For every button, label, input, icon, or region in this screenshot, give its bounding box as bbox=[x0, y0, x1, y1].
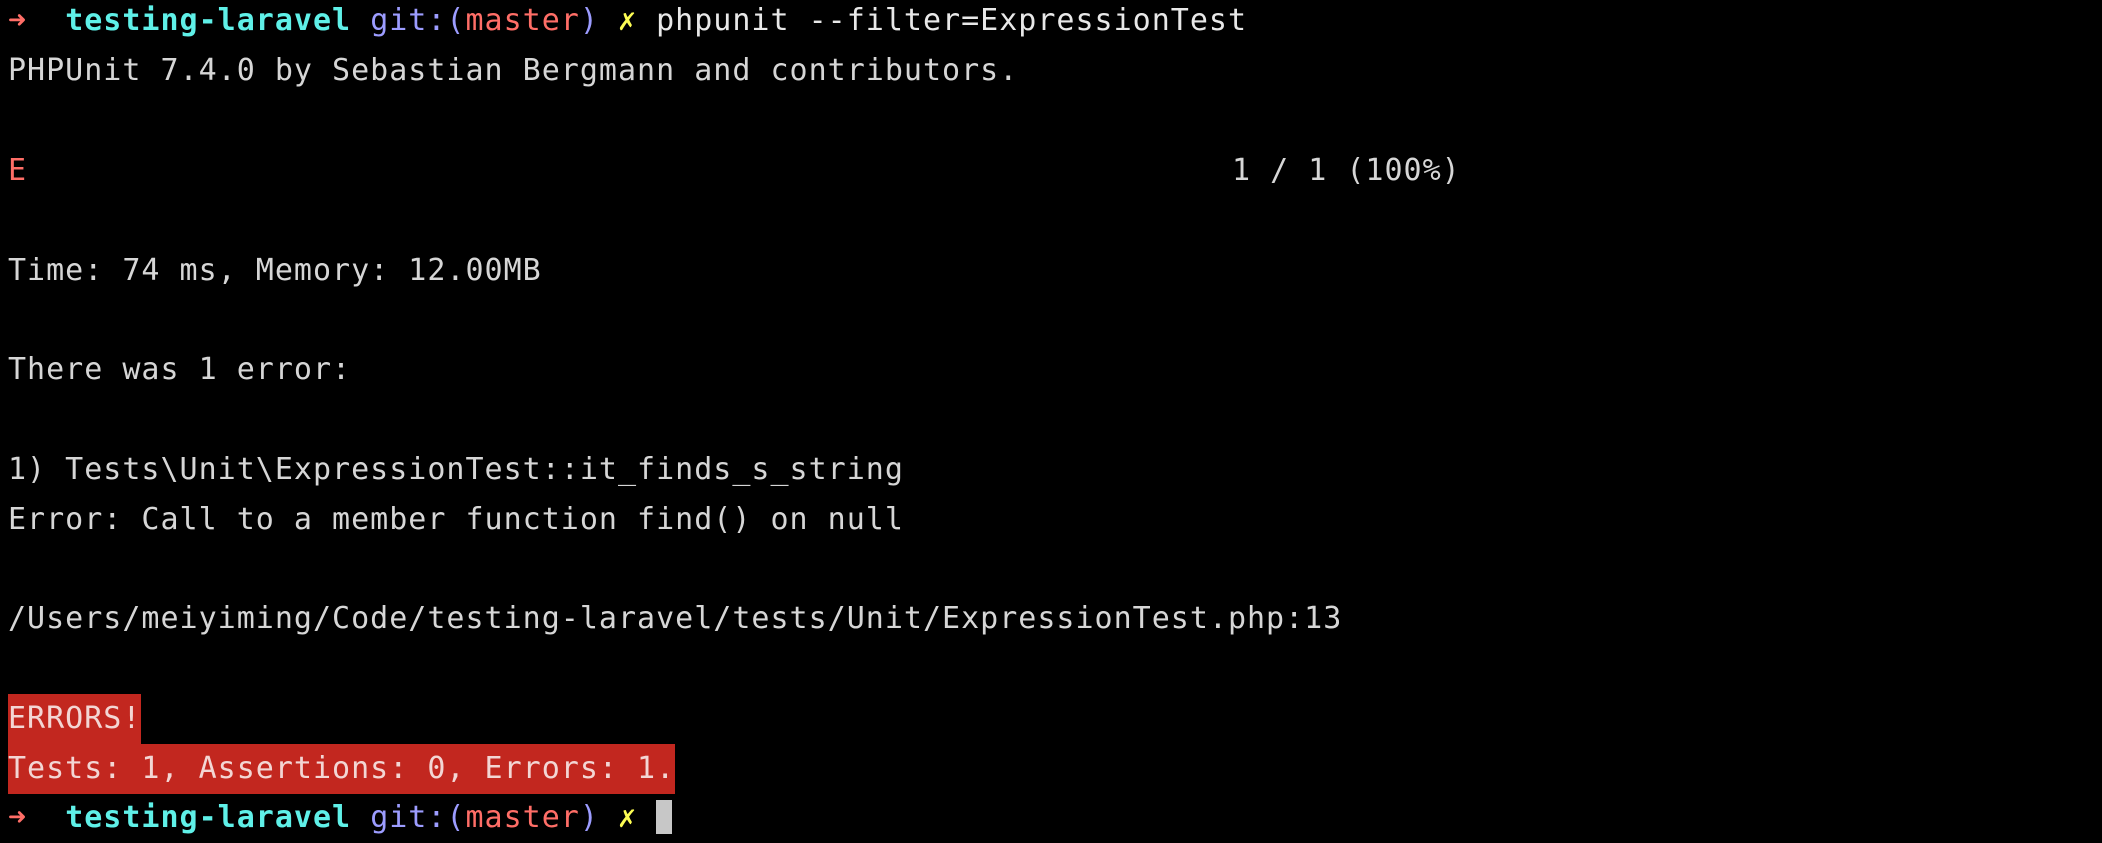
git-label: git:( bbox=[370, 3, 466, 38]
prompt-arrow-icon: ➜ bbox=[8, 3, 28, 38]
git-label-close: ) bbox=[579, 800, 599, 835]
prompt-arrow-icon: ➜ bbox=[8, 800, 28, 835]
terminal-window[interactable]: ➜ testing-laravel git:(master) ✗ phpunit… bbox=[0, 0, 2102, 838]
errors-banner: ERRORS! bbox=[8, 694, 142, 744]
progress-count: 1 / 1 (100%) bbox=[1232, 153, 1461, 188]
git-branch: master bbox=[465, 3, 580, 38]
command-text: phpunit --filter=ExpressionTest bbox=[656, 3, 1248, 38]
git-dirty-icon: ✗ bbox=[618, 800, 638, 835]
prompt-line-2[interactable]: ➜ testing-laravel git:(master) ✗ bbox=[8, 793, 673, 843]
error-summary: There was 1 error: bbox=[8, 352, 352, 387]
progress-marks: E bbox=[8, 153, 28, 188]
git-branch: master bbox=[465, 800, 580, 835]
git-label: git:( bbox=[370, 800, 466, 835]
errors-status: ERRORS! bbox=[8, 694, 142, 744]
prompt-line-1: ➜ testing-laravel git:(master) ✗ phpunit… bbox=[8, 0, 1247, 46]
git-dirty-icon: ✗ bbox=[618, 3, 638, 38]
totals-banner: Tests: 1, Assertions: 0, Errors: 1. bbox=[8, 744, 676, 794]
git-label-close: ) bbox=[579, 3, 599, 38]
error-location: /Users/meiyiming/Code/testing-laravel/te… bbox=[8, 601, 1343, 636]
error-test-name: 1) Tests\Unit\ExpressionTest::it_finds_s… bbox=[8, 452, 904, 487]
phpunit-header: PHPUnit 7.4.0 by Sebastian Bergmann and … bbox=[8, 53, 1019, 88]
text-cursor[interactable] bbox=[656, 800, 673, 834]
prompt-directory: testing-laravel bbox=[65, 800, 352, 835]
error-message: Error: Call to a member function find() … bbox=[8, 502, 904, 537]
prompt-directory: testing-laravel bbox=[65, 3, 352, 38]
run-stats: Time: 74 ms, Memory: 12.00MB bbox=[8, 253, 542, 288]
test-totals: Tests: 1, Assertions: 0, Errors: 1. bbox=[8, 744, 676, 794]
